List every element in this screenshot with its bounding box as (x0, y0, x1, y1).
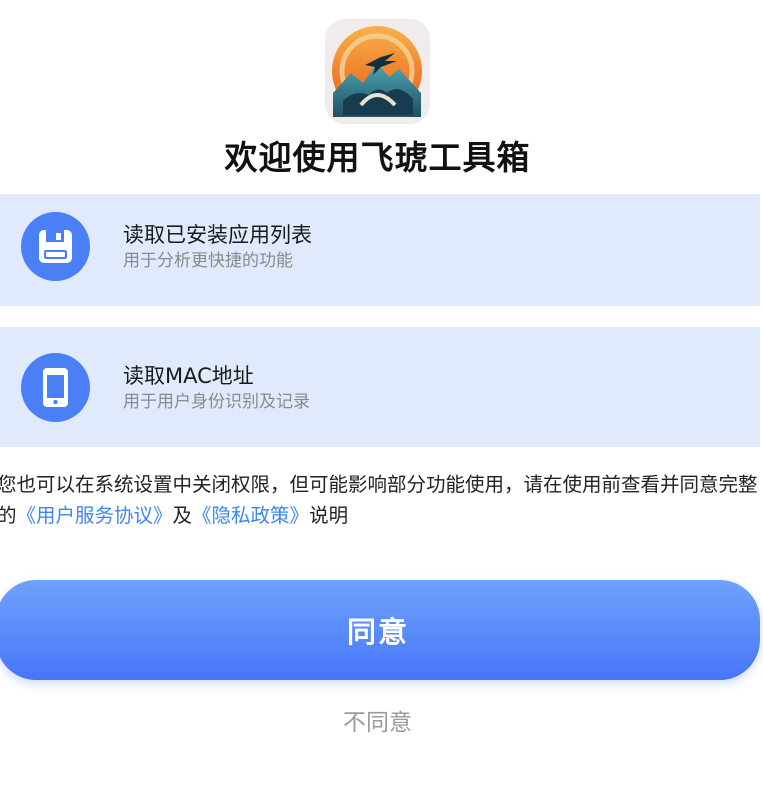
privacy-notice: 您也可以在系统设置中关闭权限，但可能影响部分功能使用，请在使用前查看并同意完整的… (0, 469, 761, 531)
permission-title: 读取已安装应用列表 (123, 223, 312, 247)
permission-card-installed-apps: 读取已安装应用列表 用于分析更快捷的功能 (0, 194, 760, 306)
disagree-button[interactable]: 不同意 (0, 706, 755, 740)
permission-description: 用于用户身份识别及记录 (123, 392, 310, 412)
bird-mountain-sunset-logo-icon (332, 26, 422, 117)
page-title: 欢迎使用飞琥工具箱 (224, 138, 531, 177)
smartphone-icon (21, 353, 90, 422)
floppy-disk-icon (21, 212, 90, 281)
permission-description: 用于分析更快捷的功能 (123, 251, 293, 271)
privacy-policy-link[interactable]: 《隐私政策》 (192, 504, 309, 527)
notice-conjunction: 及 (172, 504, 193, 527)
user-agreement-link[interactable]: 《用户服务协议》 (17, 504, 173, 527)
notice-text-end: 说明 (309, 504, 349, 527)
agree-button[interactable]: 同意 (0, 580, 760, 680)
permission-card-mac-address: 读取MAC地址 用于用户身份识别及记录 (0, 327, 760, 447)
permission-title: 读取MAC地址 (123, 364, 254, 388)
app-logo (325, 19, 430, 124)
